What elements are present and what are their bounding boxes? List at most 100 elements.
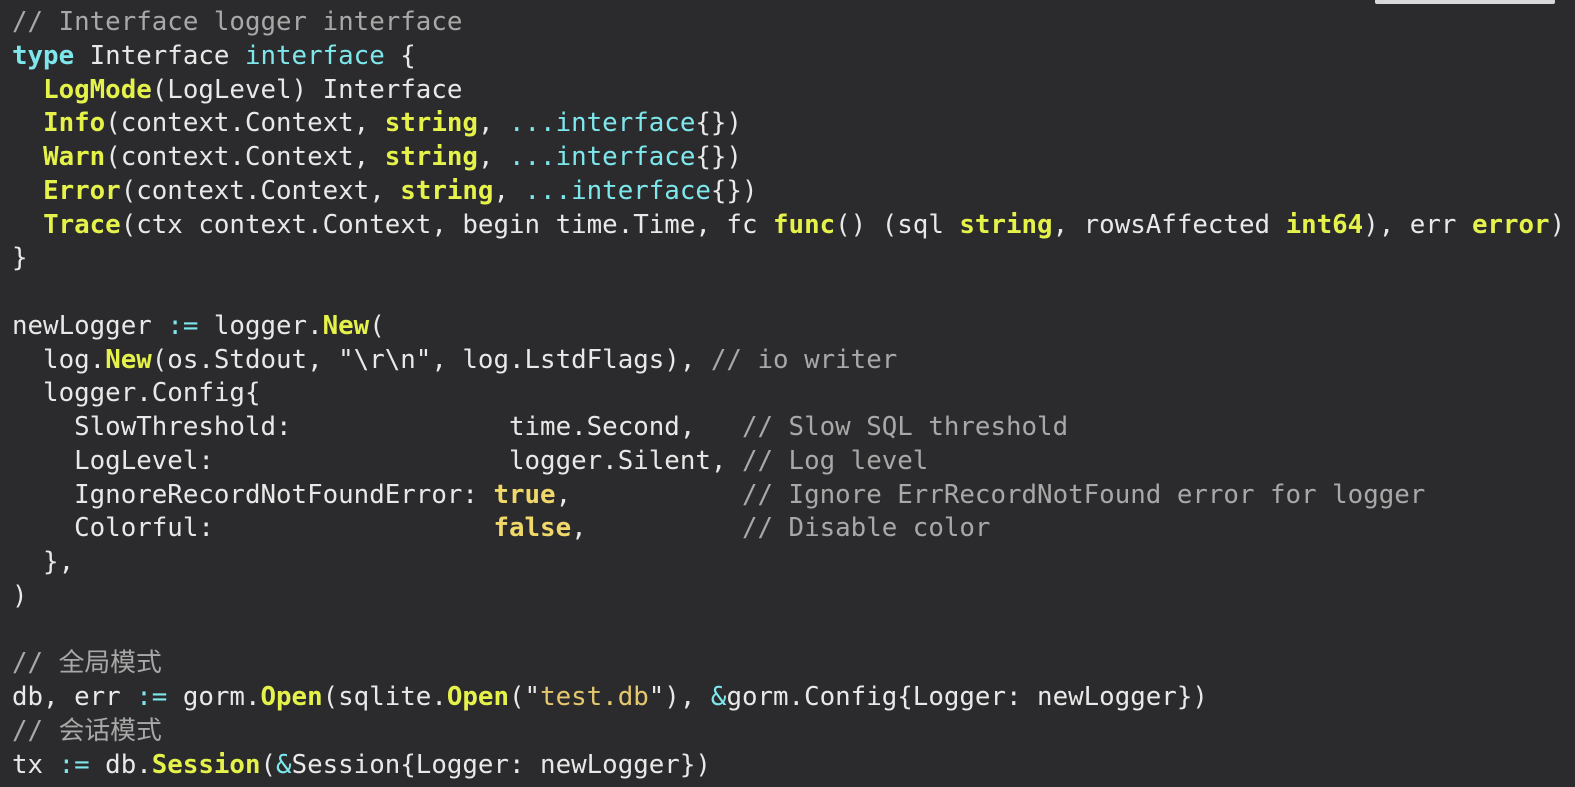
- code-token: &: [276, 749, 292, 780]
- code-token: Session: [151, 749, 261, 780]
- code-token: // 会话模式: [12, 715, 162, 746]
- code-token: New: [322, 310, 370, 341]
- code-line: }: [12, 242, 1565, 276]
- code-token: type: [12, 40, 75, 71]
- code-line: ): [12, 580, 1565, 614]
- code-line: tx := db.Session(&Session{Logger: newLog…: [12, 749, 1565, 783]
- code-line: Warn(context.Context, string, ...interfa…: [12, 141, 1565, 175]
- code-line: // Interface logger interface: [12, 6, 1565, 40]
- code-token: LogMode: [43, 74, 152, 105]
- code-token: // Slow SQL threshold: [741, 412, 1069, 442]
- code-token: (ctx context.Context, begin time.Time, f…: [120, 209, 774, 240]
- code-line: Info(context.Context, string, ...interfa…: [12, 107, 1565, 141]
- code-token: db, err: [12, 682, 137, 712]
- code-token: ,: [571, 513, 742, 544]
- code-token: (os.Stdout, "\r\n", log.LstdFlags),: [151, 344, 711, 375]
- code-token: LogLevel: logger.Silent,: [12, 445, 742, 476]
- code-line: Colorful: false, // Disable color: [12, 512, 1565, 546]
- code-token: IgnoreRecordNotFoundError:: [12, 479, 494, 510]
- code-token: , rowsAffected: [1052, 209, 1286, 240]
- code-token: log.: [12, 344, 106, 375]
- code-token: func: [773, 209, 836, 240]
- code-token: string: [400, 175, 494, 206]
- code-line: ​: [12, 276, 1565, 310]
- code-token: interface: [244, 40, 385, 71]
- code-token: // 全局模式: [12, 648, 162, 679]
- code-token: }: [12, 243, 28, 274]
- code-line: // 全局模式: [12, 647, 1565, 681]
- code-token: Warn: [43, 142, 106, 172]
- code-token: Trace: [43, 209, 121, 240]
- code-token: logger.Config{: [12, 378, 261, 409]
- code-token: test.db: [540, 682, 649, 712]
- code-token: SlowThreshold: time.Second,: [12, 412, 742, 442]
- code-token: string: [384, 108, 478, 139]
- code-token: (: [260, 749, 277, 780]
- code-token: // Log level: [741, 445, 929, 476]
- code-token: (": [509, 682, 541, 712]
- code-line: IgnoreRecordNotFoundError: true, // Igno…: [12, 479, 1565, 513]
- code-token: string: [959, 209, 1053, 240]
- code-token: (LogLevel) Interface: [151, 74, 463, 105]
- code-token: gorm.: [167, 682, 261, 712]
- code-token: int64: [1285, 209, 1364, 240]
- code-token: ,: [493, 175, 525, 206]
- code-token: (sqlite.: [322, 682, 447, 712]
- code-token: {: [384, 40, 416, 71]
- code-token: string: [384, 142, 478, 172]
- code-token: error: [1471, 209, 1550, 240]
- code-token: ): [12, 580, 28, 611]
- code-token: ...interface: [509, 142, 696, 172]
- code-token: :=: [136, 682, 168, 712]
- code-token: :=: [167, 310, 199, 341]
- code-token: ,: [555, 479, 742, 510]
- code-token: Session{Logger: newLogger}): [291, 749, 711, 780]
- code-token: () (sql: [835, 209, 960, 240]
- code-line: db, err := gorm.Open(sqlite.Open("test.d…: [12, 681, 1565, 715]
- code-token: ,: [477, 108, 509, 139]
- code-token: Open: [446, 682, 509, 712]
- code-line: LogMode(LogLevel) Interface: [12, 74, 1565, 108]
- code-token: New: [105, 344, 152, 375]
- code-line: type Interface interface {: [12, 40, 1565, 74]
- code-token: Info: [43, 108, 106, 139]
- code-line: Trace(ctx context.Context, begin time.Ti…: [12, 209, 1565, 243]
- code-token: (: [369, 310, 385, 341]
- code-line: Error(context.Context, string, ...interf…: [12, 175, 1565, 209]
- code-token: // Ignore ErrRecordNotFound error for lo…: [741, 479, 1426, 510]
- code-line: SlowThreshold: time.Second, // Slow SQL …: [12, 411, 1565, 445]
- code-token: ,: [477, 142, 509, 172]
- code-token: ), err: [1363, 209, 1472, 240]
- code-token: tx: [12, 749, 59, 780]
- code-token: logger.: [198, 310, 323, 341]
- code-token: &: [710, 682, 727, 712]
- code-token: Error: [43, 175, 121, 206]
- code-token: false: [493, 513, 572, 544]
- code-token: Open: [260, 682, 323, 712]
- code-token: },: [12, 547, 75, 577]
- code-token: :=: [58, 749, 90, 780]
- code-line: ​: [12, 614, 1565, 648]
- code-token: {}): [710, 175, 758, 206]
- code-line: },: [12, 546, 1565, 580]
- code-line: // 会话模式: [12, 715, 1565, 749]
- code-token: ): [1549, 209, 1566, 240]
- window-top-indicator: [1375, 0, 1555, 4]
- code-token: Colorful:: [12, 513, 494, 544]
- code-token: (context.Context,: [105, 142, 385, 172]
- code-token: {}): [695, 142, 742, 172]
- code-editor[interactable]: // Interface logger interface type Interf…: [0, 0, 1575, 787]
- code-block[interactable]: // Interface logger interface type Interf…: [12, 6, 1565, 782]
- code-token: Interface: [74, 40, 245, 71]
- code-line: newLogger := logger.New(: [12, 310, 1565, 344]
- code-token: {}): [695, 108, 742, 139]
- code-token: // Interface logger interface: [12, 7, 463, 37]
- code-token: newLogger: [12, 310, 168, 341]
- code-token: ...interface: [509, 108, 696, 139]
- code-token: // io writer: [710, 344, 898, 375]
